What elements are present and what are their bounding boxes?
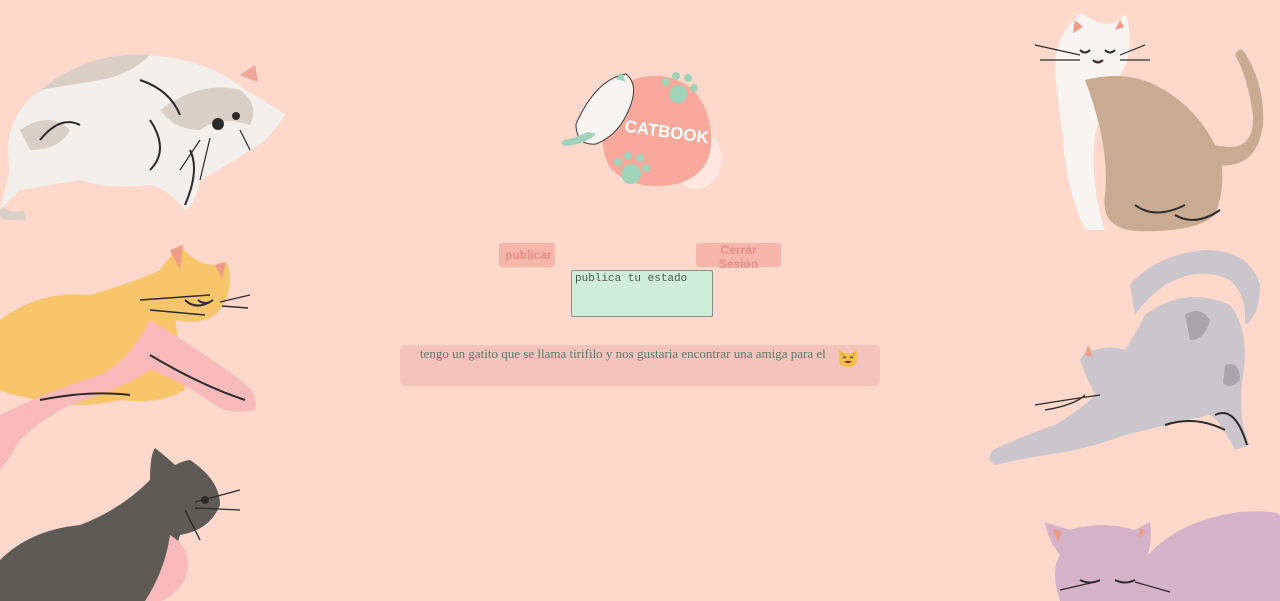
dark-gray-cat-illustration [0,448,241,601]
white-tan-cat-sitting-illustration [1034,13,1264,232]
post-card: tengo un gatito que se llama tirifilo y … [400,345,880,386]
logout-button[interactable]: Cerrar Sesión [696,243,781,271]
gray-cat-stretching-illustration [989,250,1260,465]
lilac-cat-sleeping-illustration [1045,511,1280,601]
white-gray-cat-lying-illustration [0,54,285,220]
catbook-logo: CATBOOK [561,72,722,189]
smiling-cat-emoji-icon [839,350,857,367]
catbook-page: CATBOOK publicar Cerrar Sesión tengo un … [0,0,1280,601]
status-input[interactable] [571,270,713,317]
publish-button[interactable]: publicar [499,243,555,267]
post-text: tengo un gatito que se llama tirifilo y … [420,346,826,361]
orange-cat-stretching-illustration [0,245,256,470]
